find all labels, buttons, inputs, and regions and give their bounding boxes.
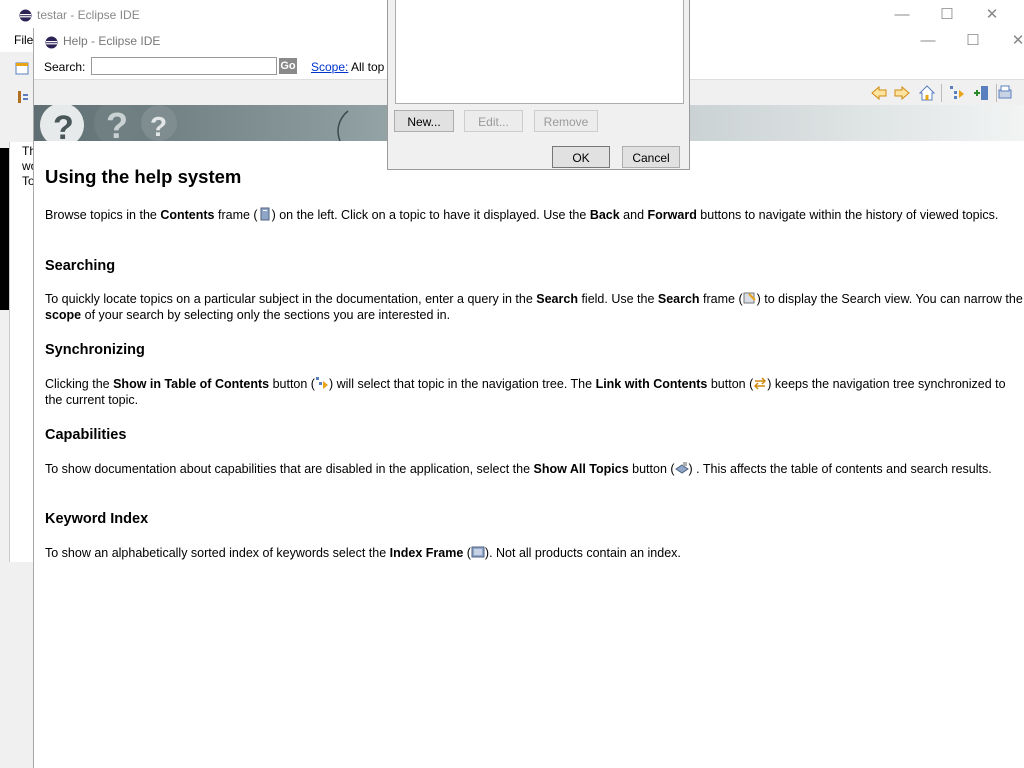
heading-capabilities: Capabilities	[45, 427, 127, 443]
show-all-topics-icon	[674, 462, 689, 474]
menu-file[interactable]: File	[14, 33, 33, 47]
maximize-icon[interactable]: ☐	[937, 5, 957, 25]
ok-button[interactable]: OK	[552, 146, 610, 168]
paragraph-searching: To quickly locate topics on a particular…	[45, 292, 1023, 322]
package-explorer-icon[interactable]	[16, 90, 30, 104]
search-input[interactable]	[91, 57, 277, 75]
ide-menubar: File	[0, 30, 34, 52]
search-frame-icon	[743, 292, 756, 304]
search-label: Search:	[44, 60, 86, 74]
print-icon[interactable]	[996, 84, 1014, 102]
eclipse-logo-icon	[19, 9, 32, 22]
eclipse-logo-icon	[45, 36, 58, 49]
maximize-icon[interactable]: ☐	[963, 31, 983, 51]
show-in-toc-icon[interactable]	[948, 84, 966, 102]
svg-text:?: ?	[53, 109, 74, 141]
ide-title: testar - Eclipse IDE	[37, 8, 140, 22]
scope-link[interactable]: Scope:	[311, 60, 348, 74]
heading-keyword-index: Keyword Index	[45, 511, 149, 527]
contents-frame-icon	[260, 207, 270, 221]
back-icon[interactable]	[870, 84, 888, 102]
new-button[interactable]: New...	[394, 110, 454, 132]
bookmark-icon[interactable]	[972, 84, 990, 102]
paragraph-capabilities: To show documentation about capabilities…	[45, 462, 992, 476]
heading-synchronizing: Synchronizing	[45, 342, 145, 358]
toolbar-separator	[941, 84, 942, 102]
page-title: Using the help system	[45, 166, 242, 187]
close-icon[interactable]: ✕	[1008, 31, 1024, 51]
scope-value: All top	[351, 60, 385, 74]
banner-swoosh	[337, 110, 349, 141]
ide-editor-pane	[9, 142, 35, 562]
index-frame-icon	[471, 546, 485, 558]
svg-text:?: ?	[150, 111, 167, 141]
heading-searching: Searching	[45, 258, 116, 274]
cancel-button[interactable]: Cancel	[622, 146, 680, 168]
home-icon[interactable]	[918, 84, 936, 102]
help-title: Help - Eclipse IDE	[63, 34, 161, 48]
forward-icon[interactable]	[893, 84, 911, 102]
svg-text:?: ?	[106, 105, 128, 141]
question-marks-graphic: ? ? ?	[40, 105, 177, 141]
link-with-contents-icon	[754, 377, 767, 390]
show-in-toc-icon	[315, 377, 328, 389]
go-button[interactable]: Go	[279, 58, 297, 74]
black-region	[0, 148, 9, 310]
paragraph-keyword-index: To show an alphabetically sorted index o…	[45, 546, 681, 560]
minimize-icon[interactable]: —	[918, 31, 938, 51]
scope-dialog: New... Edit... Remove OK Cancel	[387, 0, 690, 170]
edit-button[interactable]: Edit...	[464, 110, 523, 132]
minimize-icon[interactable]: —	[892, 5, 912, 25]
scope-list[interactable]	[395, 0, 684, 104]
paragraph-contents: Browse topics in the Contents frame () o…	[45, 207, 999, 222]
new-wizard-icon[interactable]	[14, 60, 30, 76]
remove-button[interactable]: Remove	[534, 110, 598, 132]
paragraph-synchronizing: Clicking the Show in Table of Contents b…	[45, 377, 1006, 407]
close-icon[interactable]: ✕	[982, 5, 1002, 25]
